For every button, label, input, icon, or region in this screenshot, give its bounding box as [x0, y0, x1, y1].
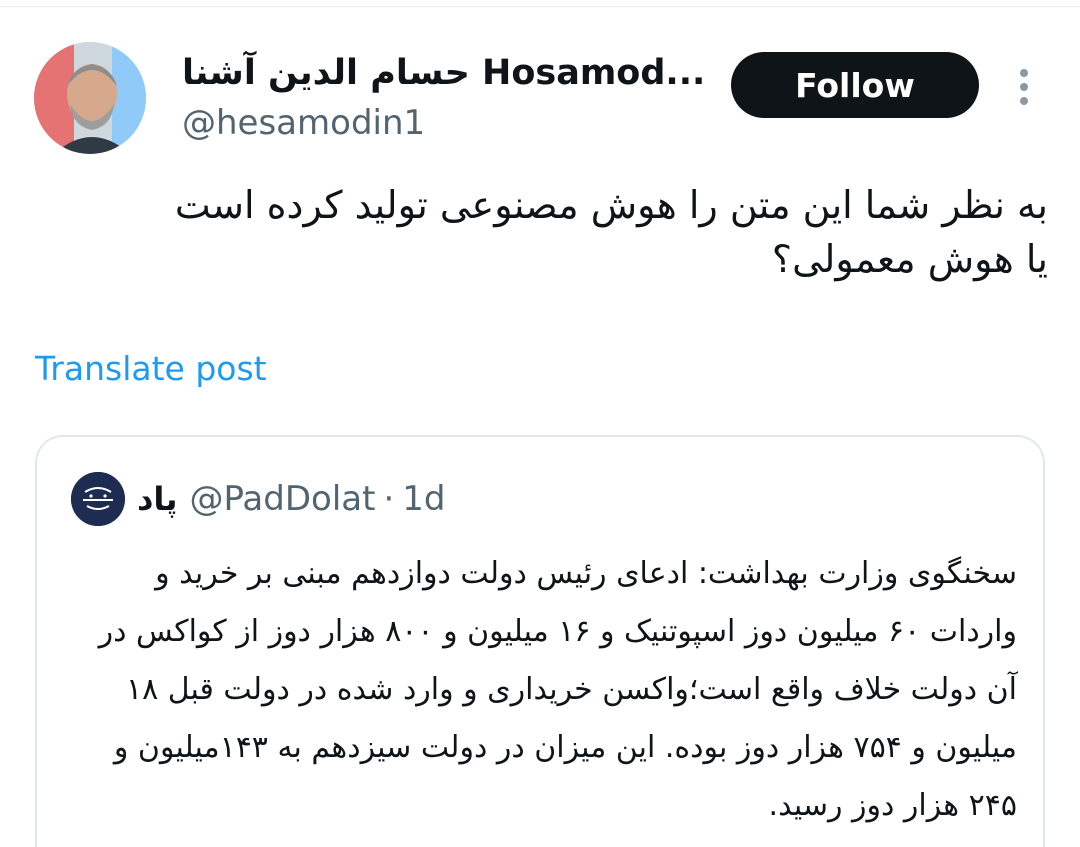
author-handle[interactable]: @hesamodin1 [182, 100, 425, 146]
follow-button[interactable]: Follow [731, 52, 979, 118]
quote-separator: · [383, 479, 395, 519]
paddolat-logo-icon [71, 472, 125, 526]
quote-avatar[interactable] [71, 472, 125, 526]
more-options-button[interactable] [1006, 62, 1042, 112]
more-vertical-icon [1020, 69, 1028, 105]
author-display-name[interactable]: حسام الدین آشنا Hosamod... [182, 48, 705, 98]
top-divider [0, 6, 1080, 7]
quoted-tweet-header: پاد @PadDolat · 1d [71, 472, 445, 526]
quote-author-name[interactable]: پاد [137, 480, 177, 518]
tweet-text-line: به نظر شما این متن را هوش مصنوعی تولید ک… [174, 183, 1048, 227]
translate-post-link[interactable]: Translate post [35, 346, 267, 392]
quote-timestamp[interactable]: 1d [402, 479, 445, 519]
tweet-text: به نظر شما این متن را هوش مصنوعی تولید ک… [30, 178, 1048, 286]
author-avatar[interactable] [34, 42, 146, 154]
user-photo-avatar-icon [34, 42, 146, 154]
tweet-text-line: یا هوش معمولی؟ [771, 237, 1048, 281]
quote-author-handle[interactable]: @PadDolat [189, 479, 375, 519]
quoted-tweet-card[interactable]: پاد @PadDolat · 1d سخنگوی وزارت بهداشت: … [35, 435, 1045, 847]
quoted-tweet-text: سخنگوی وزارت بهداشت: ادعای رئیس دولت دوا… [98, 556, 1017, 823]
tweet-screen: حسام الدین آشنا Hosamod... @hesamodin1 F… [0, 0, 1080, 847]
